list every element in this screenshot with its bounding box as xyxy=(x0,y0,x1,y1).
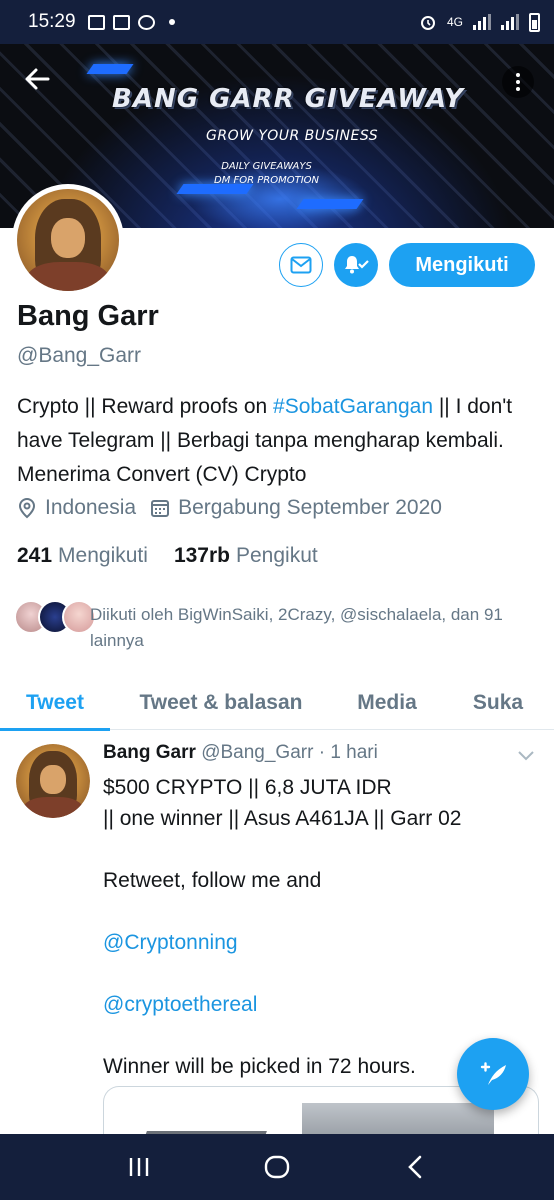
compose-tweet-button[interactable] xyxy=(457,1038,529,1110)
tweet-menu-button[interactable] xyxy=(516,748,536,767)
whatsapp-notification-icon xyxy=(137,14,155,30)
home-icon xyxy=(264,1155,290,1179)
location-pin-icon xyxy=(18,497,36,519)
network-type: 4G xyxy=(446,15,463,29)
following-stat[interactable]: 241 Mengikuti xyxy=(17,544,148,568)
compose-tweet-icon xyxy=(480,1062,506,1085)
profile-joined: Bergabung September 2020 xyxy=(150,496,442,520)
home-button[interactable] xyxy=(257,1147,297,1187)
tweet-author-name[interactable]: Bang Garr xyxy=(103,742,196,763)
profile-location: Indonesia xyxy=(17,496,136,520)
bio-text-1: Crypto || Reward proofs on xyxy=(17,395,274,418)
joined-text: Bergabung September 2020 xyxy=(178,496,442,519)
tweet-line: $500 CRYPTO || 6,8 JUTA IDR xyxy=(103,776,392,799)
notification-icons xyxy=(87,14,175,30)
bio-hashtag-link[interactable]: #SobatGarangan xyxy=(273,395,433,418)
banner-subtitle: GROW YOUR BUSINESS xyxy=(206,128,379,144)
recents-icon xyxy=(129,1158,149,1176)
back-nav-icon xyxy=(408,1155,422,1179)
status-bar: 15:29 4G xyxy=(0,0,554,44)
followed-by-avatars[interactable] xyxy=(14,600,96,634)
signal-1-icon xyxy=(473,14,491,30)
avatar-image xyxy=(17,189,119,291)
followers-label: Pengikut xyxy=(235,544,318,567)
tweet-mention-link[interactable]: @Cryptonning xyxy=(103,927,523,958)
profile-bio: Crypto || Reward proofs on #SobatGaranga… xyxy=(17,390,542,492)
back-arrow-icon xyxy=(25,68,50,90)
tab-tweets[interactable]: Tweet xyxy=(0,676,110,731)
more-vertical-icon xyxy=(516,73,520,77)
following-count: 241 xyxy=(17,544,53,567)
tab-media[interactable]: Media xyxy=(332,676,442,730)
recents-button[interactable] xyxy=(119,1147,159,1187)
tab-tweets-replies[interactable]: Tweet & balasan xyxy=(110,676,332,730)
status-right: 4G xyxy=(419,12,540,32)
banner-light-bar xyxy=(296,199,364,209)
bell-check-icon xyxy=(345,256,369,274)
file-notification-icon xyxy=(112,14,130,30)
profile-name: Bang Garr xyxy=(17,300,159,332)
followers-stat[interactable]: 137rb Pengikut xyxy=(174,544,318,568)
more-options-button[interactable] xyxy=(502,66,534,98)
calendar-icon xyxy=(151,500,170,517)
location-text: Indonesia xyxy=(45,496,137,519)
tweet-avatar[interactable] xyxy=(16,744,90,818)
tweet-mention-link[interactable]: @cryptoethereal xyxy=(103,989,523,1020)
mail-icon xyxy=(290,256,312,274)
banner-light-bar xyxy=(86,64,134,74)
back-nav-button[interactable] xyxy=(395,1147,435,1187)
profile-meta: Indonesia Bergabung September 2020 xyxy=(17,496,456,520)
tweet-line: Retweet, follow me and xyxy=(103,869,322,892)
banner-line-1: DAILY GIVEAWAYS xyxy=(221,161,312,172)
profile-avatar[interactable] xyxy=(12,184,124,296)
banner-title: BANG GARR GIVEAWAY xyxy=(112,84,464,114)
tweet-header: Bang Garr @Bang_Garr · 1 hari xyxy=(103,742,378,764)
system-nav-bar xyxy=(0,1134,554,1200)
tweet-meta: @Bang_Garr · 1 hari xyxy=(201,742,378,763)
tweet-body[interactable]: $500 CRYPTO || 6,8 JUTA IDR || one winne… xyxy=(103,772,523,1082)
battery-icon xyxy=(529,12,540,32)
profile-tabs: Tweet Tweet & balasan Media Suka xyxy=(0,676,554,731)
tweet-avatar-image xyxy=(16,744,90,818)
notifications-button[interactable] xyxy=(334,243,378,287)
banner-line-2: DM FOR PROMOTION xyxy=(214,175,320,186)
chevron-down-icon xyxy=(518,751,534,761)
gallery-notification-icon xyxy=(87,14,105,30)
following-button[interactable]: Mengikuti xyxy=(389,243,535,287)
status-time: 15:29 xyxy=(28,11,76,32)
more-notifications-dot xyxy=(168,19,175,25)
message-button[interactable] xyxy=(279,243,323,287)
following-label: Mengikuti xyxy=(58,544,148,567)
followers-count: 137rb xyxy=(173,544,230,567)
tweet-line: || one winner || Asus A461JA || Garr 02 xyxy=(103,807,462,830)
followed-by-text[interactable]: Diikuti oleh BigWinSaiki, 2Crazy, @sisch… xyxy=(90,602,530,654)
profile-handle: @Bang_Garr xyxy=(17,344,142,367)
signal-2-icon xyxy=(501,14,519,30)
tab-likes[interactable]: Suka xyxy=(442,676,554,730)
back-button[interactable] xyxy=(22,64,56,98)
profile-stats: 241 Mengikuti 137rb Pengikut xyxy=(17,544,344,568)
banner-tagline: DAILY GIVEAWAYS DM FOR PROMOTION xyxy=(214,160,319,188)
alarm-icon xyxy=(420,16,435,30)
